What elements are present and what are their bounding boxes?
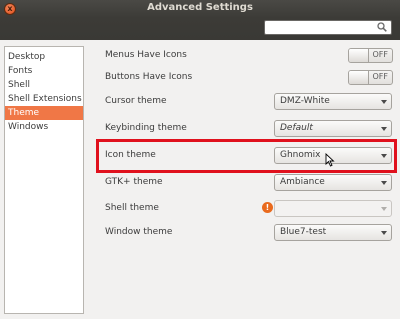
window-theme-combo[interactable]: Blue7-test [274,224,392,241]
shell-theme-label: Shell theme [105,203,159,213]
icon-theme-value: Ghnomix [280,150,321,160]
buttons-have-icons-label: Buttons Have Icons [105,72,193,82]
buttons-have-icons-row: Buttons Have Icons OFF [96,68,396,90]
sidebar-item-shell-extensions[interactable]: Shell Extensions [5,92,83,106]
advanced-settings-window: x Advanced Settings Desktop Fonts Shell … [0,0,400,319]
toggle-knob [349,49,369,62]
gtk-theme-combo[interactable]: Ambiance [274,174,392,191]
keybinding-theme-combo[interactable]: Default [274,120,392,137]
icon-theme-label: Icon theme [105,150,156,160]
warning-icon[interactable]: ! [262,202,273,213]
window-theme-label: Window theme [105,227,173,237]
cursor-theme-value: DMZ-White [280,96,330,106]
title-bar: x Advanced Settings [0,0,400,18]
buttons-have-icons-toggle[interactable]: OFF [348,70,393,85]
chevron-down-icon [381,231,387,235]
chevron-down-icon [381,154,387,158]
keybinding-theme-value: Default [280,123,313,133]
menus-have-icons-toggle[interactable]: OFF [348,48,393,63]
gtk-theme-value: Ambiance [280,177,325,187]
chevron-down-icon [381,100,387,104]
toggle-state: OFF [372,50,389,59]
icon-theme-row: Icon theme Ghnomix [96,146,396,168]
chevron-down-icon [381,127,387,131]
sidebar-item-theme[interactable]: Theme [5,106,83,120]
sidebar-item-shell[interactable]: Shell [5,78,83,92]
cursor-theme-combo[interactable]: DMZ-White [274,93,392,110]
window-title: Advanced Settings [147,2,253,13]
mouse-cursor-icon [325,153,335,167]
sidebar-item-fonts[interactable]: Fonts [5,64,83,78]
keybinding-theme-row: Keybinding theme Default [96,119,396,141]
menus-have-icons-label: Menus Have Icons [105,50,187,60]
settings-panel: Menus Have Icons OFF Buttons Have Icons … [96,40,400,319]
shell-theme-combo [274,200,392,217]
search-icon[interactable] [377,22,387,32]
window-theme-value: Blue7-test [280,227,327,237]
cursor-theme-row: Cursor theme DMZ-White [96,92,396,114]
gtk-theme-label: GTK+ theme [105,177,163,187]
chevron-down-icon [381,181,387,185]
keybinding-theme-label: Keybinding theme [105,123,187,133]
cursor-theme-label: Cursor theme [105,96,167,106]
toolbar [0,18,400,40]
shell-theme-row: Shell theme ! [96,199,396,221]
toggle-knob [349,71,369,84]
window-theme-row: Window theme Blue7-test [96,223,396,245]
sidebar: Desktop Fonts Shell Shell Extensions The… [4,46,84,314]
toggle-state: OFF [372,72,389,81]
sidebar-item-windows[interactable]: Windows [5,120,83,134]
menus-have-icons-row: Menus Have Icons OFF [96,46,396,68]
gtk-theme-row: GTK+ theme Ambiance [96,173,396,195]
sidebar-item-desktop[interactable]: Desktop [5,50,83,64]
chevron-down-icon [381,207,387,211]
search-input[interactable] [264,20,392,35]
